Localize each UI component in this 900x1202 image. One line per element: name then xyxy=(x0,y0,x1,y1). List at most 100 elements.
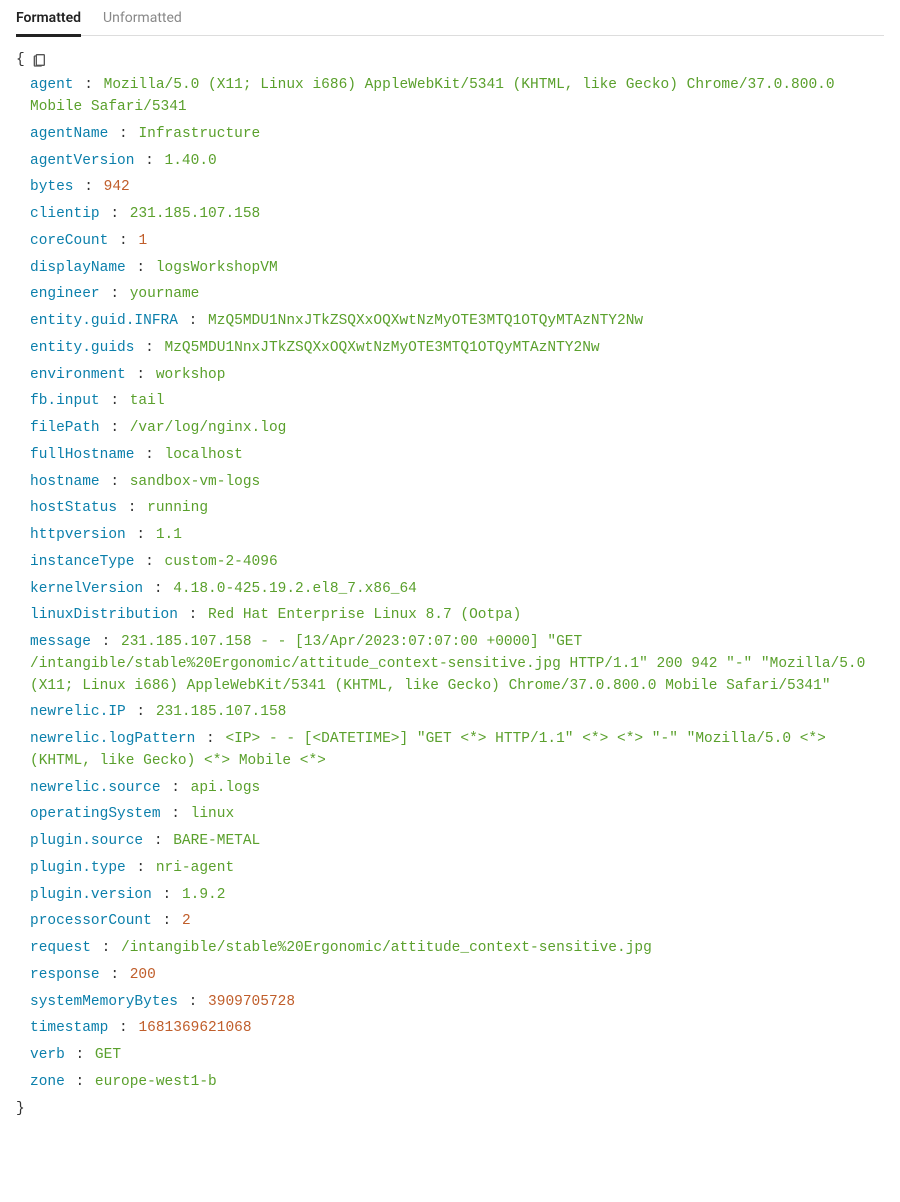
json-value[interactable]: 1.9.2 xyxy=(182,887,226,903)
json-value[interactable]: Red Hat Enterprise Linux 8.7 (Ootpa) xyxy=(208,607,521,623)
json-value[interactable]: MzQ5MDU1NnxJTkZSQXxOQXwtNzMyOTE3MTQ1OTQy… xyxy=(208,313,643,329)
json-key[interactable]: displayName xyxy=(30,260,126,276)
json-key[interactable]: fb.input xyxy=(30,393,100,409)
json-key[interactable]: request xyxy=(30,940,91,956)
json-row: coreCount : 1 xyxy=(30,231,884,253)
json-key[interactable]: kernelVersion xyxy=(30,581,143,597)
json-value[interactable]: localhost xyxy=(165,447,243,463)
colon: : xyxy=(110,233,136,249)
json-key[interactable]: operatingSystem xyxy=(30,806,161,822)
json-value[interactable]: sandbox-vm-logs xyxy=(130,474,261,490)
json-key[interactable]: instanceType xyxy=(30,554,134,570)
colon: : xyxy=(154,913,180,929)
colon: : xyxy=(197,731,223,747)
json-value[interactable]: linux xyxy=(191,806,235,822)
colon: : xyxy=(102,286,128,302)
json-key[interactable]: clientip xyxy=(30,206,100,222)
json-value[interactable]: 231.185.107.158 - - [13/Apr/2023:07:07:0… xyxy=(30,634,865,694)
json-row: systemMemoryBytes : 3909705728 xyxy=(30,992,884,1014)
json-value[interactable]: 1.1 xyxy=(156,527,182,543)
json-key[interactable]: verb xyxy=(30,1047,65,1063)
json-value[interactable]: 2 xyxy=(182,913,191,929)
json-key[interactable]: linuxDistribution xyxy=(30,607,178,623)
json-value[interactable]: 3909705728 xyxy=(208,994,295,1010)
json-key[interactable]: entity.guid.INFRA xyxy=(30,313,178,329)
json-key[interactable]: fullHostname xyxy=(30,447,134,463)
json-key[interactable]: message xyxy=(30,634,91,650)
json-row: engineer : yourname xyxy=(30,284,884,306)
json-row: filePath : /var/log/nginx.log xyxy=(30,418,884,440)
json-row: entity.guids : MzQ5MDU1NnxJTkZSQXxOQXwtN… xyxy=(30,338,884,360)
json-key[interactable]: engineer xyxy=(30,286,100,302)
json-key[interactable]: bytes xyxy=(30,179,74,195)
json-key[interactable]: response xyxy=(30,967,100,983)
json-row: entity.guid.INFRA : MzQ5MDU1NnxJTkZSQXxO… xyxy=(30,311,884,333)
json-key[interactable]: entity.guids xyxy=(30,340,134,356)
clipboard-icon[interactable] xyxy=(31,51,47,69)
json-row: linuxDistribution : Red Hat Enterprise L… xyxy=(30,605,884,627)
colon: : xyxy=(180,607,206,623)
json-body: agent : Mozilla/5.0 (X11; Linux i686) Ap… xyxy=(16,75,884,1093)
json-value[interactable]: 942 xyxy=(104,179,130,195)
json-key[interactable]: hostStatus xyxy=(30,500,117,516)
colon: : xyxy=(136,340,162,356)
json-key[interactable]: coreCount xyxy=(30,233,108,249)
json-key[interactable]: plugin.type xyxy=(30,860,126,876)
json-value[interactable]: nri-agent xyxy=(156,860,234,876)
tab-formatted[interactable]: Formatted xyxy=(16,6,81,37)
json-key[interactable]: newrelic.logPattern xyxy=(30,731,195,747)
json-row: hostname : sandbox-vm-logs xyxy=(30,472,884,494)
json-key[interactable]: httpversion xyxy=(30,527,126,543)
json-key[interactable]: agent xyxy=(30,77,74,93)
json-row: plugin.type : nri-agent xyxy=(30,858,884,880)
json-key[interactable]: filePath xyxy=(30,420,100,436)
colon: : xyxy=(67,1074,93,1090)
json-value[interactable]: 4.18.0-425.19.2.el8_7.x86_64 xyxy=(173,581,417,597)
colon: : xyxy=(93,940,119,956)
json-key[interactable]: zone xyxy=(30,1074,65,1090)
colon: : xyxy=(102,206,128,222)
json-key[interactable]: hostname xyxy=(30,474,100,490)
json-row: plugin.source : BARE-METAL xyxy=(30,831,884,853)
json-value[interactable]: yourname xyxy=(130,286,200,302)
json-value[interactable]: api.logs xyxy=(191,780,261,796)
json-key[interactable]: plugin.version xyxy=(30,887,152,903)
json-key[interactable]: processorCount xyxy=(30,913,152,929)
json-key[interactable]: agentVersion xyxy=(30,153,134,169)
json-key[interactable]: newrelic.IP xyxy=(30,704,126,720)
open-brace-row: { xyxy=(16,50,884,70)
json-row: fullHostname : localhost xyxy=(30,445,884,467)
json-value[interactable]: Mozilla/5.0 (X11; Linux i686) AppleWebKi… xyxy=(30,77,835,115)
json-value[interactable]: 231.185.107.158 xyxy=(156,704,287,720)
json-key[interactable]: timestamp xyxy=(30,1020,108,1036)
json-key[interactable]: systemMemoryBytes xyxy=(30,994,178,1010)
json-value[interactable]: /var/log/nginx.log xyxy=(130,420,287,436)
json-value[interactable]: 1 xyxy=(138,233,147,249)
json-value[interactable]: 231.185.107.158 xyxy=(130,206,261,222)
json-value[interactable]: MzQ5MDU1NnxJTkZSQXxOQXwtNzMyOTE3MTQ1OTQy… xyxy=(165,340,600,356)
json-value[interactable]: BARE-METAL xyxy=(173,833,260,849)
json-value[interactable]: 200 xyxy=(130,967,156,983)
json-value[interactable]: tail xyxy=(130,393,165,409)
json-value[interactable]: europe-west1-b xyxy=(95,1074,217,1090)
json-value[interactable]: logsWorkshopVM xyxy=(156,260,278,276)
json-value[interactable]: running xyxy=(147,500,208,516)
json-value[interactable]: workshop xyxy=(156,367,226,383)
json-key[interactable]: environment xyxy=(30,367,126,383)
json-row: response : 200 xyxy=(30,965,884,987)
colon: : xyxy=(180,994,206,1010)
json-value[interactable]: 1.40.0 xyxy=(165,153,217,169)
json-value[interactable]: GET xyxy=(95,1047,121,1063)
colon: : xyxy=(136,554,162,570)
json-value[interactable]: custom-2-4096 xyxy=(165,554,278,570)
json-key[interactable]: plugin.source xyxy=(30,833,143,849)
json-value[interactable]: /intangible/stable%20Ergonomic/attitude_… xyxy=(121,940,652,956)
colon: : xyxy=(128,704,154,720)
json-value[interactable]: 1681369621068 xyxy=(138,1020,251,1036)
json-row: bytes : 942 xyxy=(30,177,884,199)
colon: : xyxy=(128,367,154,383)
json-value[interactable]: Infrastructure xyxy=(138,126,260,142)
json-key[interactable]: newrelic.source xyxy=(30,780,161,796)
json-key[interactable]: agentName xyxy=(30,126,108,142)
tab-unformatted[interactable]: Unformatted xyxy=(103,6,182,35)
